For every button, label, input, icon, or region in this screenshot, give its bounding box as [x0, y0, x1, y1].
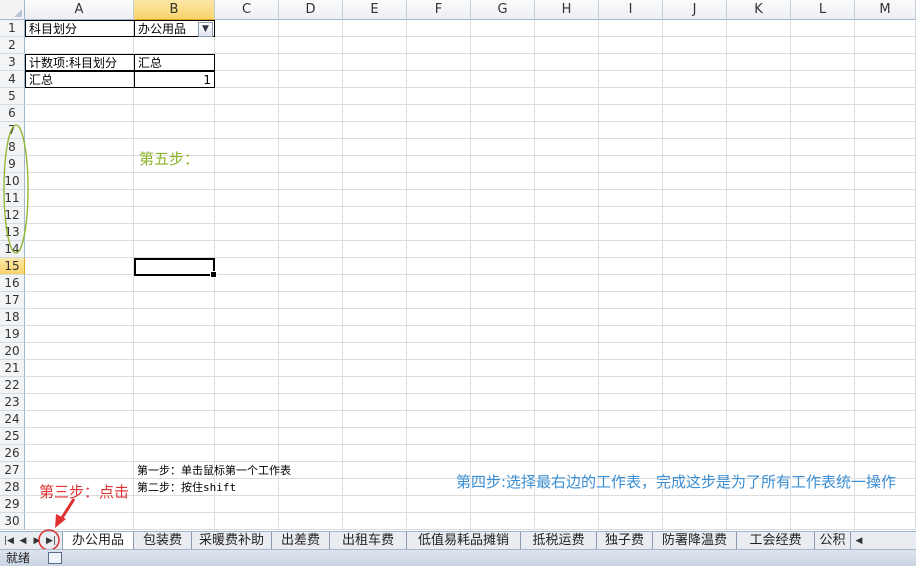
worksheet-grid[interactable]: ABCDEFGHIJKLM 1 2 3 4 5 6 7 8 9 10 11 12 13 14 15 16 17 1… [0, 0, 916, 531]
sheet-tab[interactable]: 采暖费补助 [192, 532, 272, 550]
sheet-tab-bar: |◀ ◀ ▶ ▶| 办公用品 包装费 采暖费补助 出差费 出租车费 低值易耗品摊销 抵税运费… [0, 529, 916, 551]
first-sheet-icon[interactable]: |◀ [2, 533, 16, 549]
sheet-tab[interactable]: 办公用品 [62, 532, 134, 550]
sheet-tab[interactable]: 工会经费 [737, 532, 815, 550]
sheet-tab[interactable]: 抵税运费 [521, 532, 597, 550]
sheet-tab[interactable]: 公积 [815, 532, 851, 550]
sheet-tab[interactable]: 独子费 [597, 532, 653, 550]
sheet-tab[interactable]: 包装费 [134, 532, 192, 550]
sheet-tab[interactable]: 出差费 [272, 532, 330, 550]
row-selection-ellipse [3, 124, 29, 254]
sheet-tab[interactable]: 低值易耗品摊销 [407, 532, 521, 550]
sheet-tab[interactable]: 防署降温费 [653, 532, 737, 550]
tab-scroll-icon[interactable]: ◀ [852, 533, 866, 549]
annotation-overlay [3, 124, 76, 528]
status-bar: 就绪 [0, 549, 916, 566]
sheet-tab[interactable]: 出租车费 [330, 532, 407, 550]
status-ready: 就绪 [6, 551, 31, 565]
prev-sheet-icon[interactable]: ◀ [16, 533, 30, 549]
macro-record-icon[interactable] [48, 552, 62, 564]
